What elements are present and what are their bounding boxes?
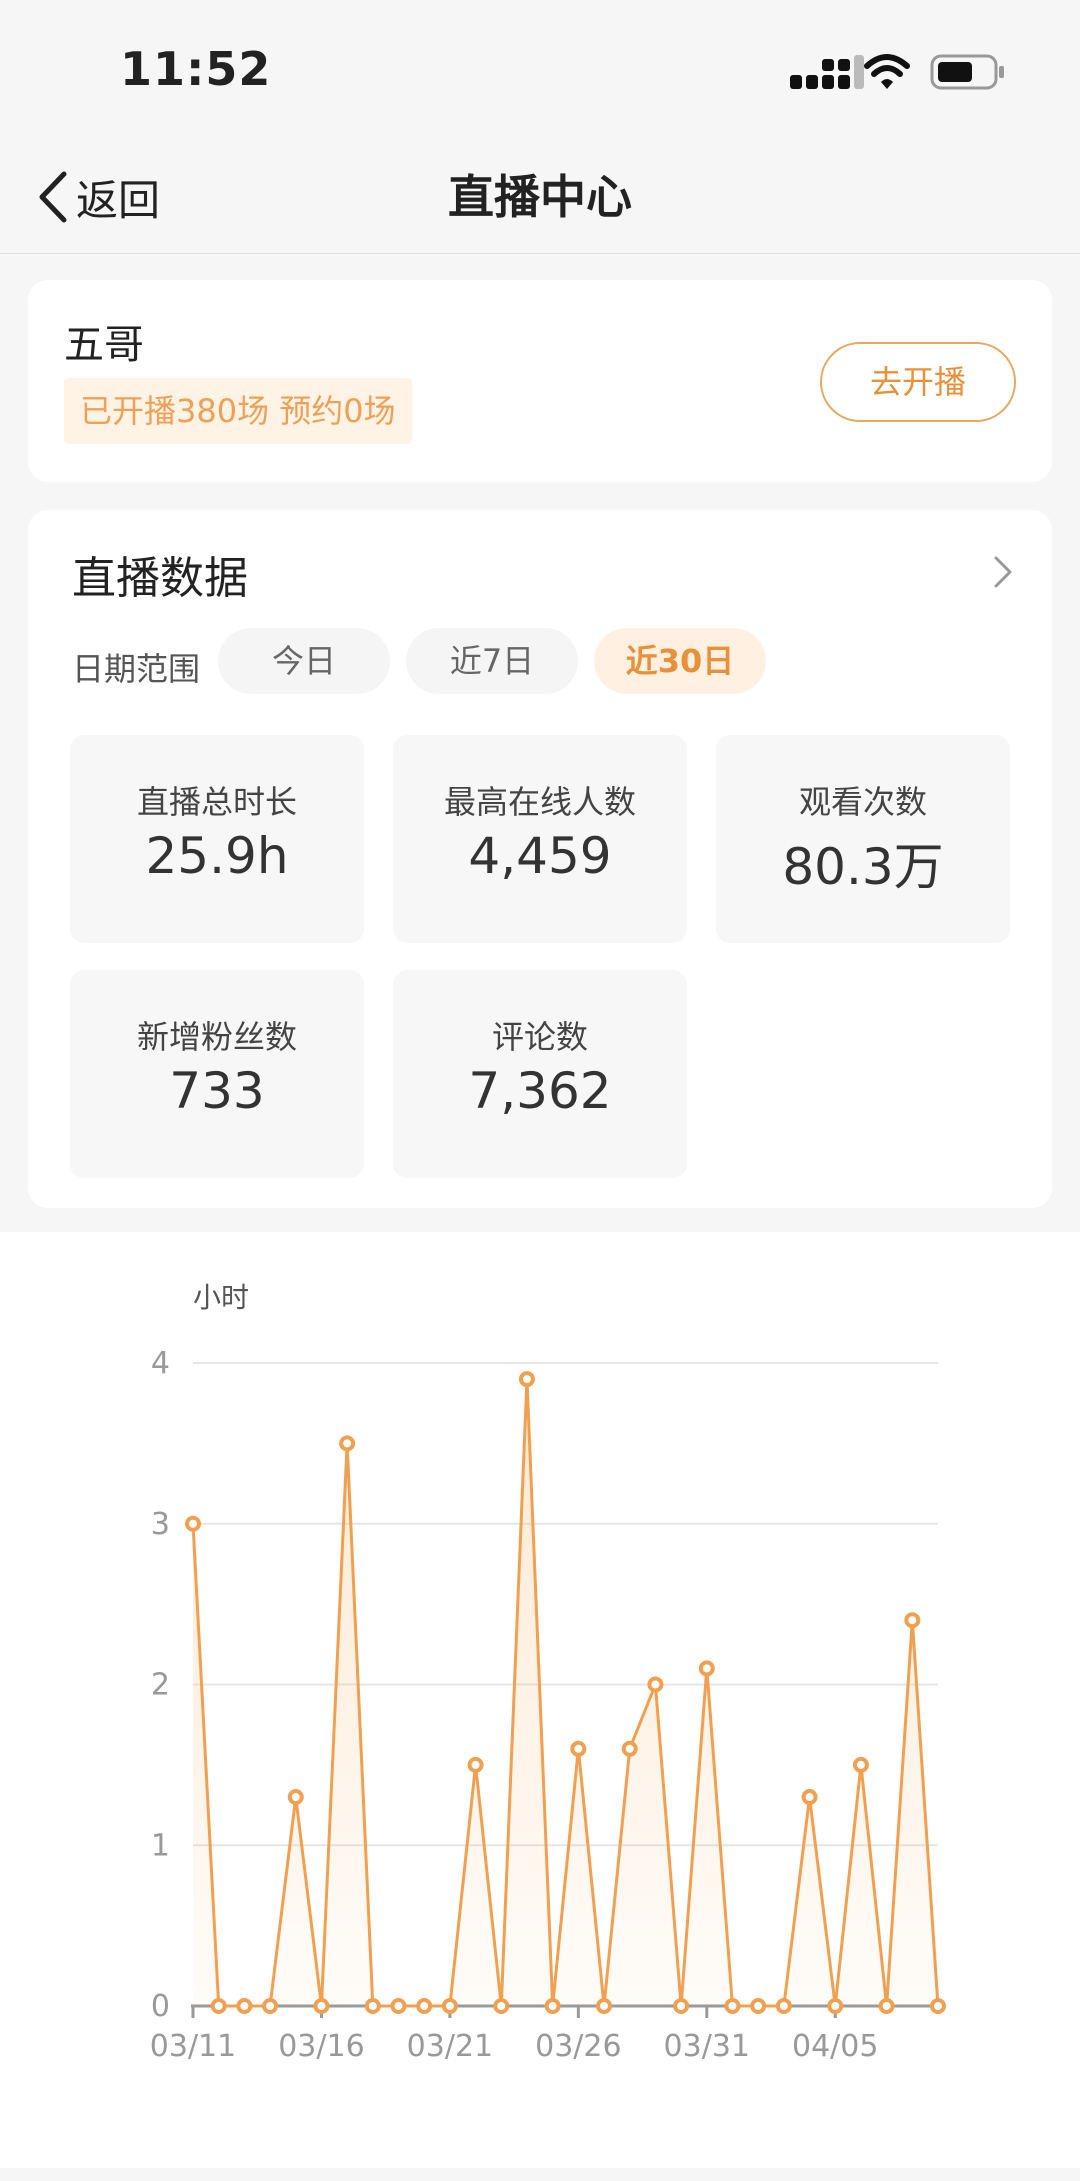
data-point <box>364 1998 381 2014</box>
chevron-right-icon[interactable] <box>992 554 1014 590</box>
nav-bar: 返回 直播中心 <box>0 140 1080 254</box>
data-point <box>775 1998 792 2014</box>
live-data-title: 直播数据 <box>72 553 248 604</box>
data-point <box>390 1998 407 2014</box>
data-point <box>339 1435 356 1452</box>
x-tick-label: 03/31 <box>664 2029 750 2064</box>
duration-chart: 小时 0 1 2 3 4 03/11 03/16 03/21 03/26 03/31 04/05 <box>150 1281 946 2064</box>
data-point <box>878 1998 895 2014</box>
user-card: 五哥 已开播380场 预约0场 去开播 <box>28 280 1052 482</box>
x-tick-label: 04/05 <box>792 2029 878 2064</box>
data-point <box>313 1998 330 2014</box>
user-name: 五哥 <box>64 322 144 368</box>
data-point <box>416 1998 433 2014</box>
metric-value: 80.3万 <box>782 838 944 896</box>
data-point <box>801 1789 818 1806</box>
x-tick-label: 03/16 <box>278 2029 364 2064</box>
battery-icon <box>930 54 1004 90</box>
y-tick-label: 0 <box>151 1989 170 2024</box>
data-point <box>570 1740 587 1757</box>
data-point <box>544 1998 561 2014</box>
y-tick-label: 1 <box>151 1828 170 1863</box>
metric-label: 新增粉丝数 <box>136 1018 297 1056</box>
data-point <box>467 1756 484 1773</box>
y-axis-label: 小时 <box>193 1281 249 1314</box>
range-tab-today[interactable]: 今日 <box>218 628 390 694</box>
status-bar: 11:52 <box>0 0 1080 140</box>
data-point <box>930 1998 946 2014</box>
y-tick-label: 2 <box>151 1668 170 1703</box>
metric-comments: 评论数 7,362 <box>393 970 687 1178</box>
live-count-badge: 已开播380场 预约0场 <box>64 378 412 444</box>
x-tick-label: 03/21 <box>407 2029 493 2064</box>
data-point <box>698 1660 715 1677</box>
metric-value: 25.9h <box>145 827 289 885</box>
go-live-button[interactable]: 去开播 <box>820 342 1016 422</box>
data-point <box>724 1998 741 2014</box>
live-data-card: 直播数据 日期范围 今日 近7日 近30日 直播总时长 25.9h 最高在线人数… <box>28 510 1052 1208</box>
wifi-icon <box>864 54 910 89</box>
metric-label: 观看次数 <box>798 783 927 821</box>
area-fill <box>193 1379 938 2006</box>
page-title: 直播中心 <box>448 170 632 224</box>
metric-peak-online: 最高在线人数 4,459 <box>393 735 687 943</box>
data-point <box>852 1756 869 1773</box>
x-tick-label: 03/11 <box>150 2029 236 2064</box>
duration-chart-panel: 小时 0 1 2 3 4 03/11 03/16 03/21 03/26 03/31 04/05 <box>0 1232 1080 2168</box>
metric-new-fans: 新增粉丝数 733 <box>70 970 364 1178</box>
metric-value: 4,459 <box>468 827 612 885</box>
data-point <box>621 1740 638 1757</box>
status-time: 11:52 <box>120 42 272 96</box>
data-point <box>518 1371 535 1388</box>
data-point <box>827 1998 844 2014</box>
data-point <box>262 1998 279 2014</box>
data-point <box>750 1998 767 2014</box>
range-tab-7d[interactable]: 近7日 <box>406 628 578 694</box>
metric-label: 直播总时长 <box>136 783 297 821</box>
range-tab-30d[interactable]: 近30日 <box>594 628 766 694</box>
metric-value: 733 <box>169 1062 265 1120</box>
y-tick-label: 3 <box>151 1507 170 1542</box>
x-tick-label: 03/26 <box>535 2029 621 2064</box>
data-point <box>493 1998 510 2014</box>
metric-total-duration: 直播总时长 25.9h <box>70 735 364 943</box>
data-point <box>185 1515 201 1532</box>
metric-value: 7,362 <box>468 1062 612 1120</box>
data-point <box>647 1676 664 1693</box>
data-point <box>287 1789 304 1806</box>
metric-views: 观看次数 80.3万 <box>716 735 1010 943</box>
data-point <box>441 1998 458 2014</box>
date-range-label: 日期范围 <box>72 650 201 688</box>
data-point <box>904 1612 921 1629</box>
data-point <box>596 1998 613 2014</box>
y-tick-label: 4 <box>151 1346 170 1381</box>
metric-label: 评论数 <box>491 1018 588 1056</box>
data-point <box>210 1998 227 2014</box>
cellular-signal-icon <box>790 55 864 89</box>
data-point <box>673 1998 690 2014</box>
metric-label: 最高在线人数 <box>443 783 636 821</box>
data-point <box>236 1998 253 2014</box>
